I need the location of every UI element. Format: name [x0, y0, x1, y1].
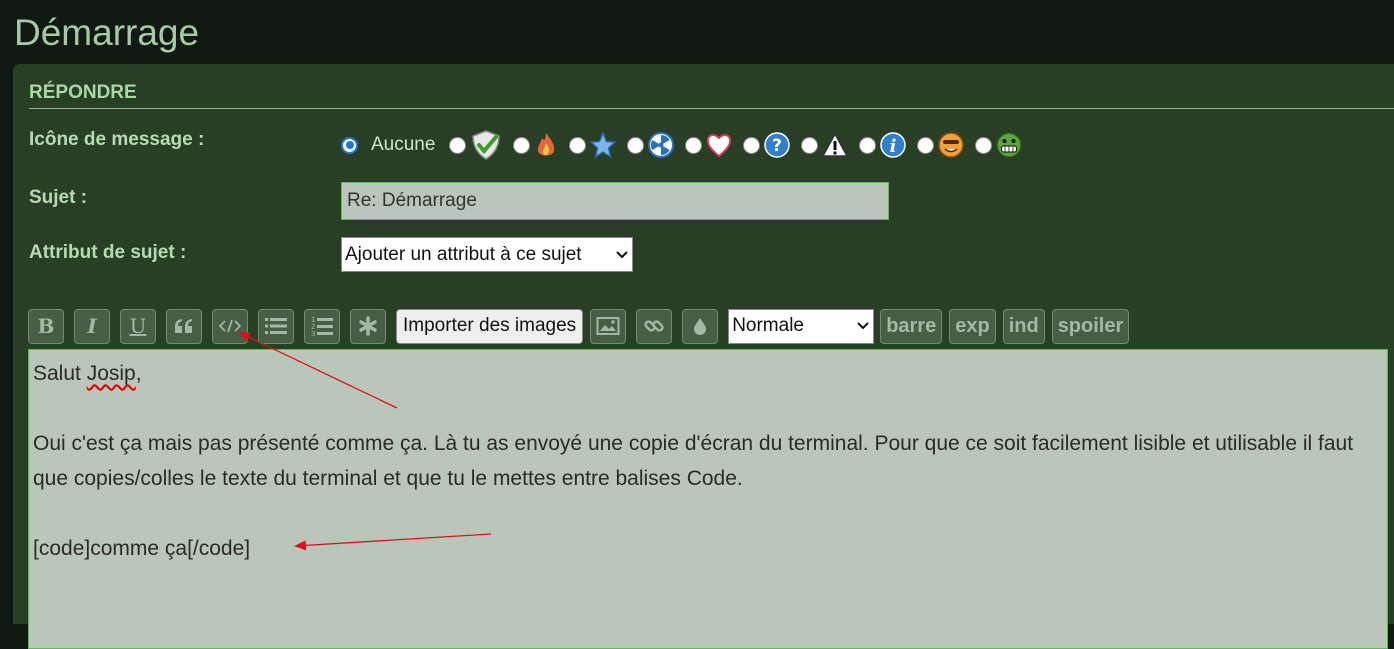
icon-option-warning[interactable]	[801, 132, 849, 158]
color-button[interactable]	[682, 308, 719, 344]
italic-label: I	[87, 314, 97, 338]
greeting-text: Salut	[33, 362, 87, 385]
editor-line-code: [code]comme ça[/code]	[33, 537, 251, 560]
strike-button[interactable]: barre	[880, 308, 943, 344]
icon-radio[interactable]	[627, 136, 645, 154]
icon-radio[interactable]	[449, 136, 467, 154]
bold-label: B	[37, 314, 55, 338]
check-shield-icon	[472, 130, 501, 160]
subject-label: Sujet :	[29, 187, 88, 208]
smiley-icon	[938, 132, 965, 158]
bullet-list-button[interactable]	[258, 308, 294, 344]
icon-option-smiley[interactable]	[917, 131, 965, 159]
underline-label: U	[129, 314, 147, 338]
icon-option-star[interactable]	[569, 131, 618, 159]
icon-option-grin[interactable]	[975, 131, 1023, 159]
grin-icon	[996, 132, 1023, 158]
icon-option-question[interactable]: ?	[743, 131, 791, 159]
message-editor[interactable]: Salut Josip, Oui c'est ça mais pas prése…	[28, 349, 1388, 649]
icon-option-heart[interactable]	[685, 132, 733, 158]
page-title: Démarrage	[14, 12, 200, 53]
subject-input[interactable]: Re: Démarrage	[341, 182, 889, 220]
greeting-comma: ,	[135, 362, 142, 385]
icon-radio[interactable]	[569, 136, 587, 154]
icon-radio[interactable]	[859, 136, 877, 154]
code-button[interactable]	[212, 308, 248, 344]
heart-icon	[707, 134, 732, 158]
icon-radio-none[interactable]	[341, 136, 358, 154]
icon-radio[interactable]	[743, 136, 761, 154]
link-button[interactable]	[636, 308, 673, 344]
icon-option-radioactive[interactable]	[627, 131, 675, 159]
reply-panel: RÉPONDRE Icône de message : Aucune ? i S…	[13, 64, 1394, 649]
numbered-list-icon: 123	[311, 316, 333, 337]
image-button[interactable]	[590, 308, 627, 344]
editor-toolbar: B I U 123 Importer des images Normale ba…	[28, 307, 1136, 345]
radioactive-icon	[648, 132, 675, 158]
icon-option-fire[interactable]	[513, 130, 559, 160]
asterisk-icon	[359, 316, 377, 336]
superscript-button[interactable]: exp	[949, 308, 996, 344]
icon-radio[interactable]	[975, 136, 993, 154]
chevron-down-icon	[857, 322, 869, 330]
icon-radio[interactable]	[801, 136, 819, 154]
heading-divider	[29, 108, 1394, 109]
message-icon-label: Icône de message :	[29, 129, 205, 150]
editor-line-greeting: Salut Josip,	[33, 356, 1383, 391]
numbered-list-button[interactable]: 123	[304, 308, 340, 344]
reply-heading: RÉPONDRE	[29, 82, 137, 103]
bold-button[interactable]: B	[28, 308, 64, 344]
code-icon	[219, 319, 241, 333]
icon-option-check[interactable]	[449, 129, 503, 161]
info-icon: i	[880, 132, 907, 158]
topic-attribute-value: Ajouter un attribut à ce sujet	[345, 244, 582, 265]
topic-attribute-label: Attribut de sujet :	[29, 242, 187, 263]
warning-icon	[822, 132, 849, 157]
icon-option-info[interactable]: i	[859, 131, 907, 159]
underline-button[interactable]: U	[120, 308, 156, 344]
quote-button[interactable]	[166, 308, 202, 344]
icon-none-label: Aucune	[371, 134, 436, 155]
fire-icon	[538, 133, 555, 156]
quote-icon	[175, 319, 192, 333]
font-size-select[interactable]: Normale	[728, 308, 875, 344]
import-images-button[interactable]: Importer des images	[396, 308, 584, 344]
svg-text:i: i	[890, 136, 897, 157]
font-size-value: Normale	[732, 315, 804, 336]
subscript-button[interactable]: ind	[1002, 308, 1045, 344]
bullet-list-icon	[265, 318, 287, 334]
message-icon-options: Aucune ? i	[341, 128, 1033, 162]
icon-radio[interactable]	[685, 136, 703, 154]
star-icon	[589, 131, 618, 159]
spoiler-button[interactable]: spoiler	[1051, 308, 1130, 344]
svg-text:?: ?	[773, 136, 783, 156]
italic-button[interactable]: I	[74, 308, 110, 344]
list-item-button[interactable]	[350, 308, 386, 344]
misspelled-word: Josip	[86, 362, 136, 385]
link-icon	[644, 320, 664, 332]
droplet-icon	[694, 318, 707, 335]
svg-text:3: 3	[311, 330, 315, 337]
image-icon	[596, 317, 620, 335]
question-icon: ?	[764, 132, 791, 158]
chevron-down-icon	[616, 250, 628, 258]
topic-attribute-select[interactable]: Ajouter un attribut à ce sujet	[341, 237, 633, 272]
editor-line-body: Oui c'est ça mais pas présenté comme ça.…	[33, 432, 1354, 490]
icon-radio[interactable]	[917, 136, 935, 154]
icon-radio[interactable]	[513, 136, 531, 154]
